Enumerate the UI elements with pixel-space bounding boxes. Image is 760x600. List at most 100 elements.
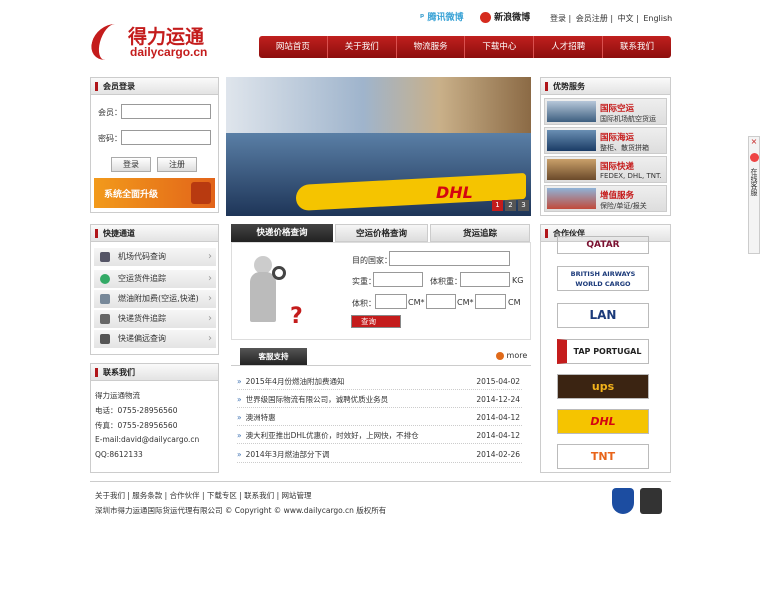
- grid-icon: [100, 252, 110, 262]
- service-air[interactable]: 国际空运 国际机场航空货运: [544, 98, 667, 125]
- air-photo: [547, 101, 596, 122]
- service-value[interactable]: 增值服务 保险/单证/报关: [544, 185, 667, 212]
- nav-download[interactable]: 下载中心: [465, 36, 535, 58]
- service-air-title: 国际空运: [600, 104, 635, 114]
- quick-airport-code[interactable]: 机场代码查询 ›: [94, 248, 216, 266]
- tencent-icon: ᵖ: [420, 13, 425, 23]
- slider-top-photo: [226, 77, 531, 133]
- nav-jobs[interactable]: 人才招聘: [534, 36, 604, 58]
- width-input[interactable]: [426, 294, 456, 309]
- quick-label-4: 快递偏远查询: [118, 334, 166, 343]
- upgrade-banner[interactable]: 系统全面升级: [94, 178, 215, 208]
- tab-air-price[interactable]: 空运价格查询: [335, 224, 428, 242]
- nav-home[interactable]: 网站首页: [259, 36, 328, 58]
- globe-icon: [100, 274, 110, 284]
- support-tab[interactable]: 客服支持: [240, 348, 307, 365]
- login-button[interactable]: 登录: [111, 157, 151, 172]
- chevron-right-icon: ›: [208, 251, 212, 262]
- service-value-title: 增值服务: [600, 191, 635, 201]
- security-badge-icon[interactable]: [640, 488, 662, 514]
- slider-page-3[interactable]: 3: [518, 200, 529, 211]
- contact-phone: 电话：0755-28956560: [95, 406, 178, 415]
- double-arrow-icon: »: [237, 431, 242, 440]
- quick-remote-area[interactable]: 快递偏远查询 ›: [94, 330, 216, 348]
- hero-slider[interactable]: DHL: [226, 77, 531, 216]
- main-nav: 网站首页 关于我们 物流服务 下载中心 人才招聘 联系我们: [259, 36, 671, 58]
- service-sea[interactable]: 国际海运 整柜、散货拼箱: [544, 127, 667, 154]
- tab-cargo-tracking[interactable]: 货运追踪: [430, 224, 530, 242]
- sina-weibo-link[interactable]: 新浪微博: [480, 10, 530, 23]
- login-link[interactable]: 登录: [550, 14, 566, 23]
- password-input[interactable]: [121, 130, 211, 145]
- footer-links[interactable]: 关于我们 | 服务条款 | 合作伙伴 | 下载专区 | 联系我们 | 网站管理: [95, 490, 311, 501]
- top-links: 登录 | 会员注册 | 中文 | English: [550, 14, 673, 23]
- quick-fuel-surcharge[interactable]: 燃油附加费(空运,快递) ›: [94, 290, 216, 308]
- figure-body: [250, 272, 276, 322]
- quick-label-3: 快递货件追踪: [118, 314, 166, 323]
- news-item[interactable]: » 2014年3月燃油部分下调 2014-02-26: [237, 446, 522, 463]
- quick-label-1: 空运货件追踪: [118, 274, 166, 283]
- partner-ups-logo[interactable]: ups: [557, 374, 649, 399]
- partner-dhl-logo[interactable]: DHL: [557, 409, 649, 434]
- register-link[interactable]: 会员注册: [576, 14, 608, 23]
- police-badge-icon[interactable]: [612, 488, 634, 514]
- footer-divider: [90, 481, 671, 482]
- height-input[interactable]: [475, 294, 506, 309]
- service-express[interactable]: 国际快递 FEDEX, DHL, TNT.: [544, 156, 667, 183]
- upgrade-banner-text: 系统全面升级: [104, 190, 159, 200]
- partner-qatar-logo[interactable]: QATAR: [557, 236, 649, 254]
- quick-express-tracking[interactable]: 快递货件追踪 ›: [94, 310, 216, 328]
- nav-about[interactable]: 关于我们: [328, 36, 397, 58]
- length-input[interactable]: [375, 294, 407, 309]
- online-service-widget[interactable]: × 在线客服: [748, 136, 760, 254]
- partner-british-airways-logo[interactable]: BRITISH AIRWAYS WORLD CARGO: [557, 266, 649, 291]
- news-item[interactable]: » 澳大利亚推出DHL优惠价，时效好，上网快，不排仓 2014-04-12: [237, 427, 522, 444]
- double-arrow-icon: »: [237, 413, 242, 422]
- news-item[interactable]: » 2015年4月份燃油附加费通知 2015-04-02: [237, 373, 522, 390]
- member-input[interactable]: [121, 104, 211, 119]
- chevron-right-icon: ›: [208, 313, 212, 324]
- contact-title: 联系我们: [91, 364, 218, 381]
- logo-en: dailycargo.cn: [130, 45, 208, 59]
- contact-email[interactable]: E-mail:david@dailycargo.cn: [95, 435, 199, 444]
- member-label: 会员：: [98, 108, 122, 117]
- document-search-icon: [100, 294, 110, 304]
- support-more-link[interactable]: more: [496, 351, 527, 360]
- partner-tap-logo[interactable]: TAP PORTUGAL: [557, 339, 649, 364]
- tencent-weibo-link[interactable]: ᵖ 腾讯微博: [420, 10, 463, 23]
- volume-weight-input[interactable]: [460, 272, 510, 287]
- news-date: 2015-04-02: [476, 377, 520, 386]
- logo[interactable]: 得力运通 dailycargo.cn: [87, 20, 218, 66]
- upgrade-banner-figure: [191, 182, 211, 204]
- service-value-desc: 保险/单证/报关: [600, 202, 647, 210]
- partner-tnt-logo[interactable]: TNT: [557, 444, 649, 469]
- register-button[interactable]: 注册: [157, 157, 197, 172]
- actual-weight-input[interactable]: [373, 272, 423, 287]
- slider-pages: 1 2 3: [492, 200, 529, 211]
- nav-contact[interactable]: 联系我们: [603, 36, 671, 58]
- kg-unit: KG: [512, 276, 524, 285]
- chevron-right-icon: ›: [208, 293, 212, 304]
- slider-page-1[interactable]: 1: [492, 200, 503, 211]
- partner-lan-logo[interactable]: LAN: [557, 303, 649, 328]
- cm-unit-3: CM: [508, 298, 521, 307]
- news-title: 澳洲特惠: [245, 413, 276, 422]
- close-icon[interactable]: ×: [749, 137, 759, 147]
- tencent-label: 腾讯微博: [427, 13, 464, 23]
- country-input[interactable]: [389, 251, 510, 266]
- news-item[interactable]: » 澳洲特惠 2014-04-12: [237, 409, 522, 426]
- query-button[interactable]: 查询: [351, 315, 401, 328]
- service-express-title: 国际快递: [600, 162, 635, 172]
- download-icon: [100, 314, 110, 324]
- nav-services[interactable]: 物流服务: [397, 36, 466, 58]
- logo-swoosh-icon: [87, 24, 121, 60]
- cm-unit-1: CM*: [408, 298, 425, 307]
- slider-page-2[interactable]: 2: [505, 200, 516, 211]
- lang-cn-link[interactable]: 中文: [618, 14, 634, 23]
- quick-air-tracking[interactable]: 空运货件追踪 ›: [94, 270, 216, 288]
- news-item[interactable]: » 世界级国际物流有限公司，诚聘优质业务员 2014-12-24: [237, 391, 522, 408]
- sina-icon: [480, 12, 491, 23]
- lang-en-link[interactable]: English: [643, 14, 672, 23]
- more-label: more: [506, 351, 528, 360]
- tab-express-price[interactable]: 快递价格查询: [231, 224, 333, 242]
